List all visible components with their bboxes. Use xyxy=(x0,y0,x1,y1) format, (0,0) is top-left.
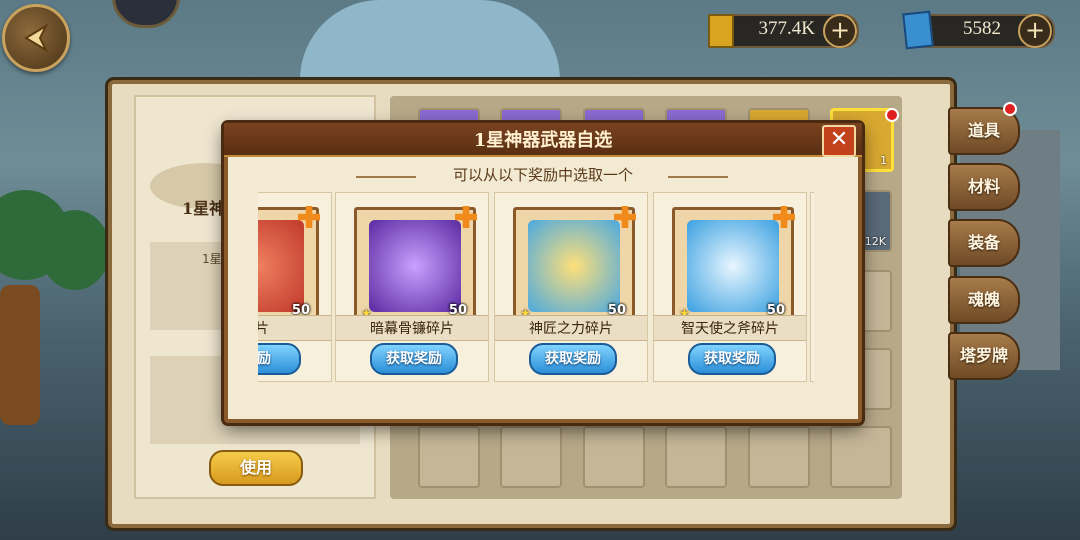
reward-card[interactable]: ★ 50 碎片 奖励 xyxy=(258,192,332,382)
reward-frame: ★ 50 xyxy=(354,206,477,327)
gem-book-icon xyxy=(902,10,934,50)
new-item-dot xyxy=(885,108,899,122)
inventory-slot[interactable] xyxy=(830,426,892,488)
slot-count: 12K xyxy=(864,235,886,248)
reward-art xyxy=(258,220,304,312)
tree-decoration xyxy=(40,210,110,290)
close-button[interactable]: ✕ xyxy=(822,125,856,157)
subtitle-divider xyxy=(668,176,728,178)
tab-notification-dot xyxy=(1003,102,1017,116)
reward-card[interactable]: ★ 50 神匠之力碎片 获取奖励 xyxy=(494,192,648,382)
slot-count: 1 xyxy=(880,154,887,167)
inventory-slot[interactable] xyxy=(500,426,562,488)
reward-card[interactable] xyxy=(810,192,814,382)
use-button[interactable]: 使用 xyxy=(209,450,303,486)
back-button[interactable] xyxy=(2,4,70,72)
claim-reward-button[interactable]: 获取奖励 xyxy=(370,343,458,375)
tab-equipment[interactable]: 装备 xyxy=(948,219,1020,267)
inventory-slot[interactable] xyxy=(583,426,645,488)
tab-materials[interactable]: 材料 xyxy=(948,163,1020,211)
claim-reward-button[interactable]: 奖励 xyxy=(258,343,301,375)
inventory-slot[interactable] xyxy=(665,426,727,488)
gem-value: 5582 xyxy=(963,18,1001,39)
tab-souls[interactable]: 魂魄 xyxy=(948,276,1020,324)
reward-frame: ★ 50 xyxy=(672,206,795,327)
gold-value: 377.4K xyxy=(758,18,815,39)
add-gold-button[interactable]: + xyxy=(823,14,857,48)
back-arrow-icon xyxy=(24,23,49,53)
reward-name: 神匠之力碎片 xyxy=(495,315,647,341)
reward-name: 暗幕骨镰碎片 xyxy=(336,315,488,341)
item-detail-label: 1星 xyxy=(202,252,222,266)
dome-decoration xyxy=(300,0,560,80)
reward-art-hammer xyxy=(528,220,620,312)
reward-frame: ★ 50 xyxy=(258,206,320,327)
claim-reward-button[interactable]: 获取奖励 xyxy=(688,343,776,375)
dialog-subtitle: 可以从以下奖励中选取一个 xyxy=(452,166,633,184)
item-detail-title: 1星神 xyxy=(182,199,226,218)
barrel-decoration xyxy=(0,285,40,425)
gold-bar-icon xyxy=(708,14,734,48)
claim-reward-button[interactable]: 获取奖励 xyxy=(529,343,617,375)
reward-art-scythe xyxy=(369,220,461,312)
add-gem-button[interactable]: + xyxy=(1018,14,1052,48)
reward-list[interactable]: ★ 50 碎片 奖励 ★ 50 暗幕骨镰碎片 获取奖励 ★ 50 神匠之力碎片 … xyxy=(258,190,814,386)
reward-name: 智天使之斧碎片 xyxy=(654,315,806,341)
reward-card[interactable]: ★ 50 暗幕骨镰碎片 获取奖励 xyxy=(335,192,489,382)
inventory-slot[interactable] xyxy=(418,426,480,488)
inventory-slot[interactable] xyxy=(748,426,810,488)
tab-tarot[interactable]: 塔罗牌 xyxy=(948,332,1020,380)
reward-name: 碎片 xyxy=(258,315,331,341)
reward-art-axe xyxy=(687,220,779,312)
dialog-title: 1星神器武器自选 xyxy=(473,130,613,151)
reward-card[interactable]: ★ 50 智天使之斧碎片 获取奖励 xyxy=(653,192,807,382)
reward-frame: ★ 50 xyxy=(513,206,636,327)
